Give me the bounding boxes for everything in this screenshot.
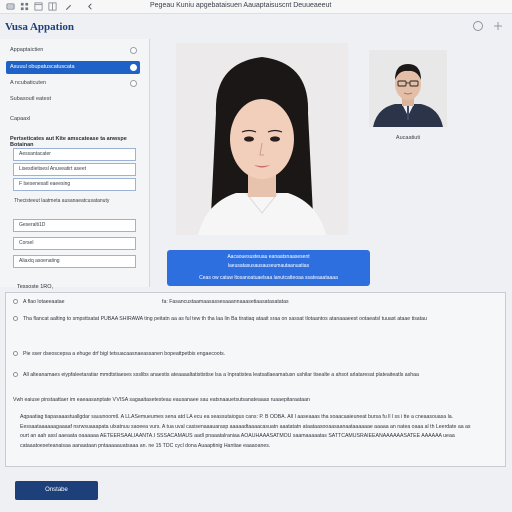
sidebar-item-label: Subasoutl eatest [10,96,51,102]
document-title: Pegeau Kuniu apgebataisuen Aauaptaisuscn… [150,2,332,9]
app-icon [6,3,15,10]
option-text: All alteanamaes eiypfaleetaratiar mmdtst… [23,372,419,378]
layout-icon[interactable] [48,2,57,11]
option-1-detail: fa: Fasancustaamaasassesaaannaaasetiaasa… [162,299,289,305]
sidebar-item-submit[interactable]: Subasoutl eatest [6,93,140,106]
info-line-1: Aacaouesusteuau eanaatsnaasesent [227,254,310,260]
radio-button[interactable] [130,47,137,54]
window-icon[interactable] [34,2,43,11]
sidebar: Appaptaictien Asuuul obupatuscatuscata A… [0,39,150,287]
app-title: Vusa Appation [5,21,74,33]
declaration-subheading: Vwh eaiuse pinstaattaer im eaeaasanptate… [13,397,310,403]
main-content: Aucaatiuti Aacaouesusteuau eanaatsnaases… [150,39,512,287]
sidebar-field-1[interactable]: Aessantacater [13,148,136,161]
applicant-photo[interactable] [176,43,348,235]
sidebar-item-label: Capaaxl [10,116,31,122]
sidebar-section-heading: Pertseticates aut Kite amscatease ta anw… [10,136,127,148]
sidebar-field-6[interactable]: Aliaxiq asoenating [13,255,136,268]
reference-portrait-image [369,50,447,127]
back-arrow-icon[interactable] [86,2,95,11]
declaration-label: Tessoste 1RO, [17,284,54,290]
info-notice: Aacaouesusteuau eanaatsnaasesent laeusat… [167,250,370,286]
info-line-2: laeusatasusausauseumautaanuatias [227,263,310,269]
sidebar-field-5[interactable]: Corsel [13,237,136,250]
edit-icon[interactable] [64,2,73,11]
sidebar-item-documents[interactable]: A ncubaticuten [6,77,140,90]
radio-button[interactable] [13,351,18,357]
app-header: Vusa Appation [0,14,512,39]
option-3[interactable]: Pie sser dseoscepsa a ehuge drf bigl tet… [13,351,225,357]
continue-button[interactable]: Onstabe [15,481,98,500]
radio-button[interactable] [130,80,137,87]
sidebar-item-personal-details[interactable]: Asuuul obupatuscatuscata [6,61,140,74]
grid-icon[interactable] [20,2,29,11]
option-text: A flao lotaeeaatae [23,299,65,305]
info-line-3: Ceas ow catuw ltosanoatuaelsaa lanutcatt… [199,275,338,281]
settings-icon[interactable] [492,20,504,32]
radio-button[interactable] [13,299,18,305]
application-window: Pegeau Kuniu apgebataisuen Aauaptaisuscn… [0,0,512,512]
clock-icon[interactable] [472,20,484,32]
portrait-image [176,43,348,235]
radio-button[interactable] [13,372,18,378]
sidebar-field-2[interactable]: Lisesdietisesl Anuveatirt aseet [13,163,136,176]
reference-photo-label: Aucaatiuti [395,135,421,141]
sidebar-field-4[interactable]: Geseralti1D [13,219,136,232]
option-text: Tha flancat aalting to smpsttsatat PUBAA… [23,316,427,322]
radio-button[interactable] [130,64,137,71]
sidebar-field-3[interactable]: F lsesenesatl eaeesing [13,178,136,191]
option-4[interactable]: All alteanamaes eiypfaleetaratiar mmdtst… [13,372,419,378]
sidebar-item-capture[interactable]: Capaaxl [6,113,140,126]
title-bar: Pegeau Kuniu apgebataisuen Aauaptaisuscn… [0,0,512,14]
option-2[interactable]: Tha flancat aalting to smpsttsatat PUBAA… [13,316,427,322]
option-1[interactable]: A flao lotaeeaatae [13,299,65,305]
sidebar-note: Thecisteeut laatmeta ausanaeatcusatanuty [14,198,110,204]
sidebar-item-label: A ncubaticuten [10,80,47,86]
sidebar-item-label: Appaptaictien [10,47,44,53]
reference-photo[interactable] [369,50,447,127]
sidebar-item-application[interactable]: Appaptaictien [6,44,140,57]
option-text: Pie sser dseoscepsa a ehuge drf bigl tet… [23,351,226,357]
radio-button[interactable] [13,316,18,322]
sidebar-item-label: Asuuul obupatuscatuscata [10,64,75,70]
declaration-paragraph: Aqpaatiag tiapasaaastuallgdar sauunoomtl… [20,414,471,449]
declaration-panel: A flao lotaeeaatae fa: Fasancustaamaasas… [5,292,506,467]
